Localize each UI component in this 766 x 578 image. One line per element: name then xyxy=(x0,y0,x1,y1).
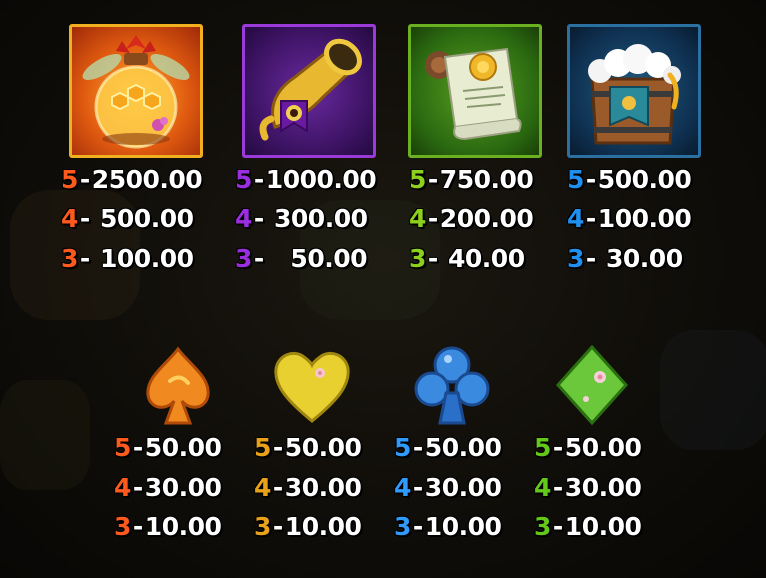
high-pay-4-5: 5-500.00 xyxy=(567,165,692,194)
high-pay-3-4: 4-200.00 xyxy=(409,204,534,233)
high-pay-1-5: 5-2500.00 xyxy=(61,165,203,194)
high-pay-4-3: 3- 30.00 xyxy=(567,244,683,273)
honey-potion-jar-icon xyxy=(82,35,190,149)
low-pay-3-5: 5-50.00 xyxy=(394,433,502,462)
blue-club-icon xyxy=(414,346,490,425)
frothy-tankard-card xyxy=(567,24,701,158)
sealed-scroll-card xyxy=(408,24,542,158)
yellow-heart-icon xyxy=(274,352,350,423)
orange-spade-icon xyxy=(146,346,210,425)
low-pay-4-3: 3-10.00 xyxy=(534,512,642,541)
high-pay-2-3: 3- 50.00 xyxy=(235,244,367,273)
honey-potion-jar-card xyxy=(69,24,203,158)
low-pay-2-4: 4-30.00 xyxy=(254,473,362,502)
high-pay-2-5: 5-1000.00 xyxy=(235,165,377,194)
green-diamond-icon xyxy=(555,344,629,426)
high-pay-3-3: 3- 40.00 xyxy=(409,244,525,273)
sealed-scroll-icon xyxy=(425,47,522,141)
golden-horn-card xyxy=(242,24,376,158)
low-pay-3-3: 3-10.00 xyxy=(394,512,502,541)
blue-club-symbol xyxy=(410,343,494,427)
high-pay-1-4: 4- 500.00 xyxy=(61,204,194,233)
green-diamond-symbol xyxy=(550,343,634,427)
low-pay-1-4: 4-30.00 xyxy=(114,473,222,502)
low-pay-3-4: 4-30.00 xyxy=(394,473,502,502)
low-pay-1-3: 3-10.00 xyxy=(114,512,222,541)
high-pay-1-3: 3- 100.00 xyxy=(61,244,194,273)
orange-spade-symbol xyxy=(136,343,220,427)
low-pay-1-5: 5-50.00 xyxy=(114,433,222,462)
golden-horn-icon xyxy=(259,38,362,141)
low-pay-4-4: 4-30.00 xyxy=(534,473,642,502)
low-pay-2-5: 5-50.00 xyxy=(254,433,362,462)
yellow-heart-symbol xyxy=(270,343,354,427)
low-pay-2-3: 3-10.00 xyxy=(254,512,362,541)
high-pay-2-4: 4- 300.00 xyxy=(235,204,368,233)
low-pay-4-5: 5-50.00 xyxy=(534,433,642,462)
high-pay-3-5: 5-750.00 xyxy=(409,165,534,194)
high-pay-4-4: 4-100.00 xyxy=(567,204,692,233)
frothy-tankard-icon xyxy=(588,44,681,145)
